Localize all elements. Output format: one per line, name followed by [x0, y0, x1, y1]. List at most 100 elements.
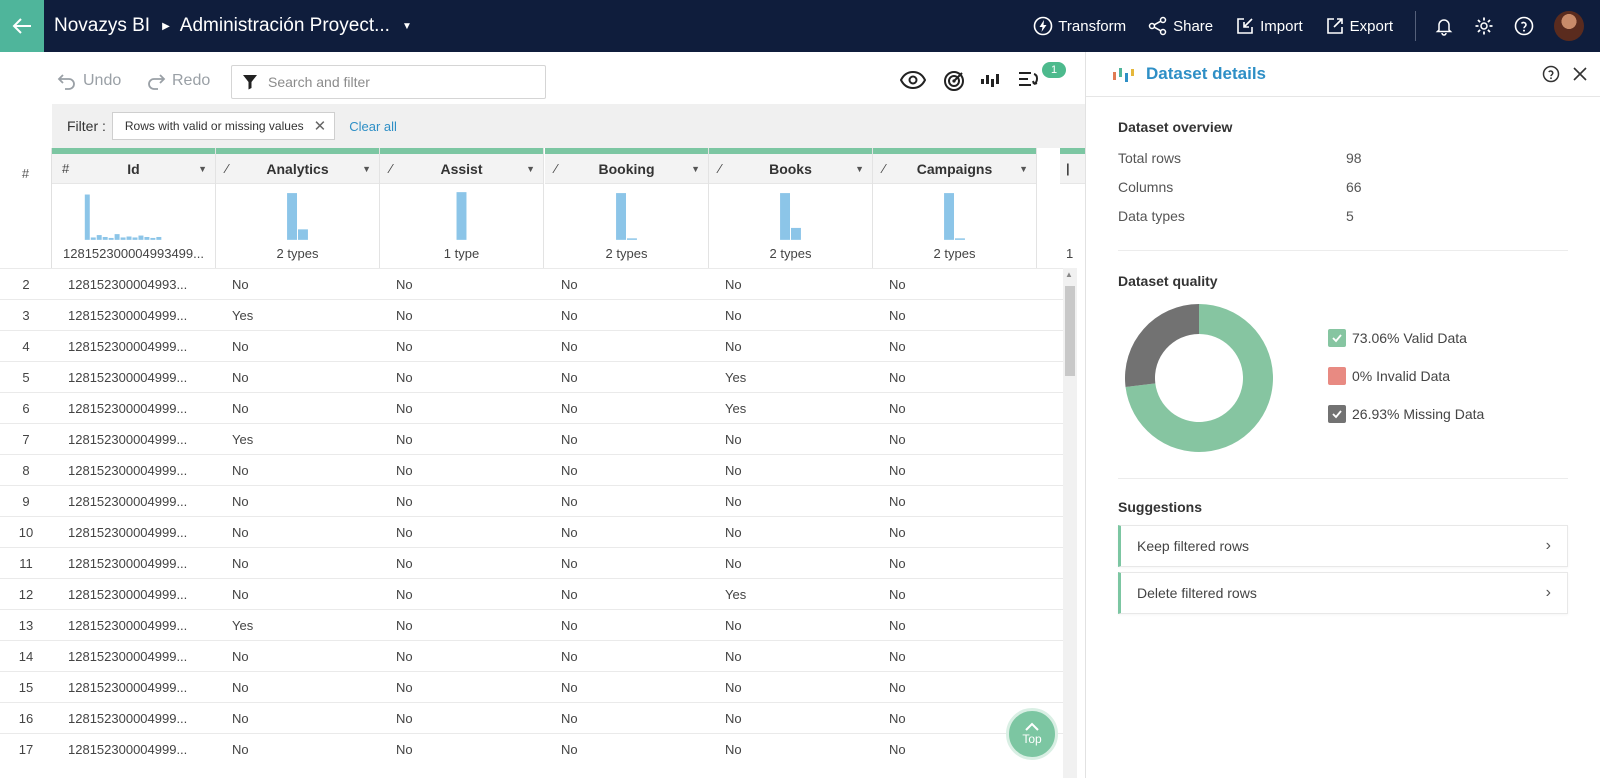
value-cell[interactable]: No	[889, 339, 906, 354]
id-cell[interactable]: 128152300004999...	[68, 525, 187, 540]
column-header-analytics[interactable]: ⁄ Analytics ▼ 2 types	[216, 148, 380, 268]
value-cell[interactable]: No	[725, 494, 742, 509]
value-cell[interactable]: No	[232, 587, 249, 602]
value-cell[interactable]: No	[889, 680, 906, 695]
target-button[interactable]	[943, 70, 965, 97]
value-cell[interactable]: No	[232, 742, 249, 757]
value-cell[interactable]: No	[232, 680, 249, 695]
value-cell[interactable]: No	[561, 587, 578, 602]
value-cell[interactable]: No	[396, 711, 413, 726]
brand-name[interactable]: Novazys BI	[54, 15, 150, 37]
import-button[interactable]: Import	[1235, 16, 1303, 36]
value-cell[interactable]: No	[396, 680, 413, 695]
id-cell[interactable]: 128152300004999...	[68, 556, 187, 571]
preview-button[interactable]	[899, 70, 927, 95]
id-cell[interactable]: 128152300004999...	[68, 742, 187, 757]
remove-filter-close-icon[interactable]: ✕	[314, 117, 327, 135]
table-row[interactable]: 8 128152300004999... No No No No No	[0, 454, 1070, 485]
undo-button[interactable]: Undo	[57, 72, 121, 90]
value-cell[interactable]: Yes	[725, 587, 746, 602]
value-cell[interactable]: No	[232, 525, 249, 540]
value-cell[interactable]: No	[561, 401, 578, 416]
value-cell[interactable]: No	[725, 742, 742, 757]
value-cell[interactable]: No	[725, 277, 742, 292]
value-cell[interactable]: No	[561, 742, 578, 757]
value-cell[interactable]: No	[232, 556, 249, 571]
value-cell[interactable]: Yes	[725, 401, 746, 416]
value-cell[interactable]: No	[232, 339, 249, 354]
id-cell[interactable]: 128152300004999...	[68, 649, 187, 664]
id-cell[interactable]: 128152300004999...	[68, 308, 187, 323]
value-cell[interactable]: No	[561, 308, 578, 323]
id-cell[interactable]: 128152300004999...	[68, 463, 187, 478]
panel-help-icon[interactable]	[1542, 65, 1560, 83]
value-cell[interactable]: No	[889, 649, 906, 664]
value-cell[interactable]: No	[889, 308, 906, 323]
clear-all-link[interactable]: Clear all	[349, 119, 397, 134]
legend-invalid-data[interactable]: 0% Invalid Data	[1328, 367, 1450, 385]
id-cell[interactable]: 128152300004999...	[68, 587, 187, 602]
value-cell[interactable]: No	[725, 711, 742, 726]
transform-button[interactable]: Transform	[1033, 16, 1126, 36]
table-row[interactable]: 14 128152300004999... No No No No No	[0, 640, 1070, 671]
column-menu-caret-icon[interactable]: ▼	[526, 164, 535, 174]
value-cell[interactable]: No	[396, 556, 413, 571]
value-cell[interactable]: No	[889, 432, 906, 447]
settings-button[interactable]	[1474, 16, 1494, 36]
notifications-button[interactable]	[1434, 16, 1454, 36]
table-row[interactable]: 9 128152300004999... No No No No No	[0, 485, 1070, 516]
filter-chip[interactable]: Rows with valid or missing values ✕	[111, 112, 336, 140]
redo-button[interactable]: Redo	[146, 72, 210, 90]
value-cell[interactable]: No	[232, 370, 249, 385]
value-cell[interactable]: No	[889, 525, 906, 540]
column-header-books[interactable]: ⁄ Books ▼ 2 types	[709, 148, 873, 268]
value-cell[interactable]: No	[561, 339, 578, 354]
table-row[interactable]: 4 128152300004999... No No No No No	[0, 330, 1070, 361]
value-cell[interactable]: No	[725, 556, 742, 571]
value-cell[interactable]: No	[725, 463, 742, 478]
value-cell[interactable]: No	[725, 525, 742, 540]
value-cell[interactable]: No	[561, 494, 578, 509]
value-cell[interactable]: No	[889, 401, 906, 416]
user-avatar[interactable]	[1554, 11, 1584, 41]
close-panel-icon[interactable]	[1572, 66, 1588, 82]
project-name[interactable]: Administración Proyect...	[180, 15, 390, 37]
column-menu-caret-icon[interactable]: ▼	[1019, 164, 1028, 174]
column-histogram[interactable]	[216, 184, 379, 246]
value-cell[interactable]: No	[725, 680, 742, 695]
value-cell[interactable]: No	[725, 649, 742, 664]
id-cell[interactable]: 128152300004999...	[68, 680, 187, 695]
value-cell[interactable]: No	[561, 463, 578, 478]
value-cell[interactable]: No	[232, 401, 249, 416]
value-cell[interactable]: No	[725, 339, 742, 354]
id-cell[interactable]: 128152300004999...	[68, 711, 187, 726]
search-input[interactable]	[268, 74, 528, 90]
table-row[interactable]: 6 128152300004999... No No No Yes No	[0, 392, 1070, 423]
value-cell[interactable]: No	[396, 587, 413, 602]
donut-slice-2[interactable]	[1125, 304, 1199, 387]
value-cell[interactable]: No	[232, 649, 249, 664]
applied-steps-button[interactable]	[1018, 70, 1040, 95]
value-cell[interactable]: No	[561, 370, 578, 385]
value-cell[interactable]: No	[561, 618, 578, 633]
column-menu-caret-icon[interactable]: ▼	[691, 164, 700, 174]
column-histogram[interactable]	[52, 184, 215, 246]
back-button[interactable]	[0, 0, 44, 52]
value-cell[interactable]: No	[396, 401, 413, 416]
id-cell[interactable]: 128152300004999...	[68, 339, 187, 354]
value-cell[interactable]: No	[396, 432, 413, 447]
share-button[interactable]: Share	[1148, 16, 1213, 36]
table-row[interactable]: 11 128152300004999... No No No No No	[0, 547, 1070, 578]
column-header-booking[interactable]: ⁄ Booking ▼ 2 types	[545, 148, 709, 268]
value-cell[interactable]: No	[889, 556, 906, 571]
column-histogram[interactable]	[545, 184, 708, 246]
project-dropdown-icon[interactable]: ▼	[402, 21, 412, 32]
value-cell[interactable]: No	[725, 308, 742, 323]
suggestion-delete-filtered-rows[interactable]: Delete filtered rows ›	[1118, 572, 1568, 614]
data-profile-button[interactable]	[980, 70, 1002, 95]
value-cell[interactable]: No	[725, 618, 742, 633]
table-row[interactable]: 10 128152300004999... No No No No No	[0, 516, 1070, 547]
value-cell[interactable]: No	[396, 649, 413, 664]
table-row[interactable]: 7 128152300004999... Yes No No No No	[0, 423, 1070, 454]
vertical-scrollbar[interactable]: ▲	[1063, 268, 1077, 778]
